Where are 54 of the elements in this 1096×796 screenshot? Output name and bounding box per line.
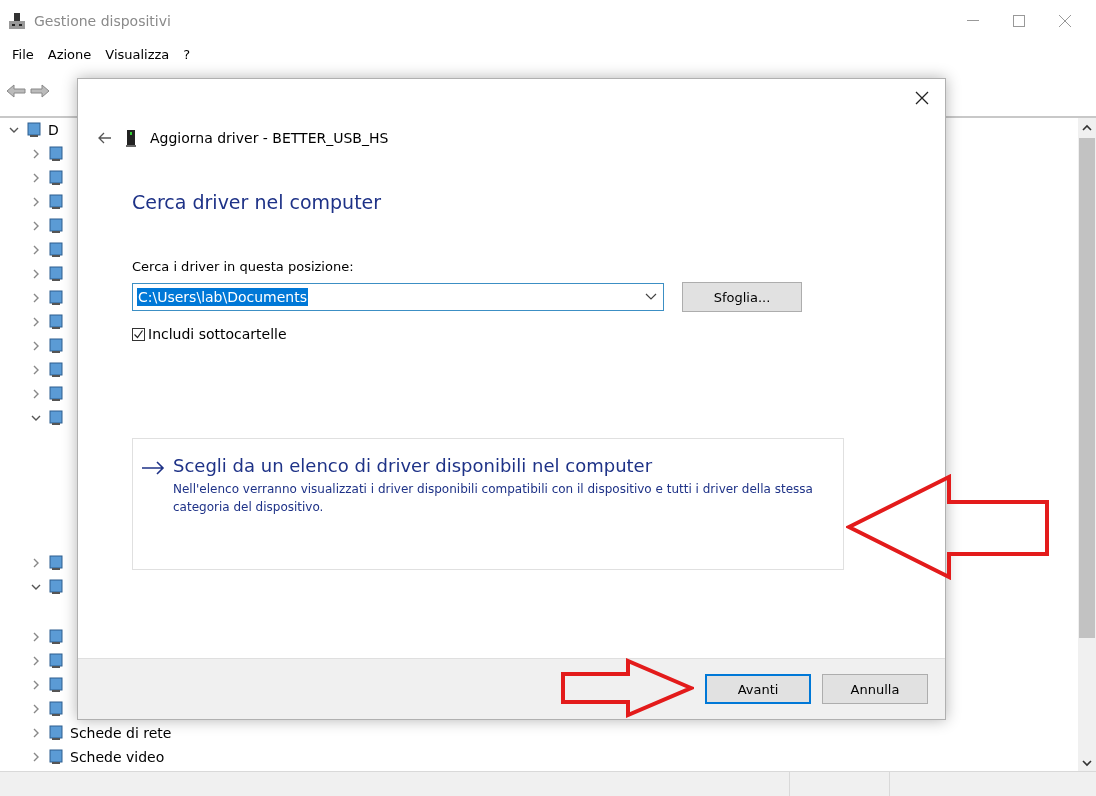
checkbox[interactable] — [132, 327, 145, 341]
device-icon — [48, 725, 64, 741]
device-icon — [48, 146, 64, 162]
caret-icon[interactable] — [645, 293, 657, 301]
dialog-button[interactable]: Avanti — [705, 674, 811, 704]
back-button[interactable] — [6, 84, 26, 98]
device-icon — [48, 194, 64, 210]
device-icon — [48, 749, 64, 765]
device-icon — [48, 579, 64, 595]
tree-item-label[interactable]: D — [48, 122, 59, 138]
device-icon — [48, 290, 64, 306]
menu-item[interactable]: File — [6, 46, 40, 62]
device-icon — [48, 677, 64, 693]
window-title: Gestione dispositivi — [34, 13, 171, 29]
option-description: Nell'elenco verranno visualizzati i driver disponibili compatibili con il dispositivo e tutti i driver della stessa categoria del dispositivo. — [173, 481, 814, 516]
device-icon — [48, 170, 64, 186]
checkbox-label[interactable]: Includi sottocartelle — [148, 326, 287, 342]
path-label: Cerca i driver in questa posizione: — [132, 259, 355, 274]
device-icon — [48, 218, 64, 234]
device-icon — [48, 653, 64, 669]
forward-button[interactable] — [30, 84, 50, 98]
menu-item[interactable]: Azione — [41, 46, 98, 62]
device-icon — [48, 410, 64, 426]
device-icon — [48, 266, 64, 282]
dialog-button[interactable]: Annulla — [822, 674, 928, 704]
minimize-icon — [967, 20, 979, 22]
path-combo-field[interactable]: C:\Users\lab\Documents — [132, 283, 664, 311]
device-icon — [26, 122, 42, 138]
dialog-heading: Cerca driver nel computer — [132, 191, 383, 213]
app-icon — [8, 12, 26, 30]
scrollbar[interactable] — [1078, 118, 1096, 771]
back-arrow-icon[interactable] — [98, 132, 112, 144]
tree-item-label[interactable]: Schede video — [70, 749, 165, 765]
device-icon — [48, 362, 64, 378]
maximize-icon — [1013, 15, 1025, 27]
device-icon — [48, 338, 64, 354]
tree-item-label[interactable]: Schede di rete — [70, 725, 172, 741]
driver-list-option[interactable]: Scegli da un elenco di driver disponibili nel computer Nell'elenco verranno visualizzati i driver disponibili compatibili con il dispositivo e tutti i driver della stessa categoria del dispositivo. — [132, 438, 844, 570]
scroll-down-icon[interactable] — [1082, 759, 1092, 767]
browse-button[interactable]: Sfoglia... — [682, 282, 802, 312]
device-icon — [48, 701, 64, 717]
device-icon — [126, 129, 136, 147]
device-icon — [48, 386, 64, 402]
device-icon — [48, 314, 64, 330]
dialog-title: Aggiorna driver - BETTER_USB_HS — [150, 130, 389, 146]
scroll-up-icon[interactable] — [1082, 124, 1092, 132]
close-icon — [1058, 14, 1072, 28]
arrow-right-icon — [141, 461, 165, 475]
device-icon — [48, 242, 64, 258]
option-title[interactable]: Scegli da un elenco di driver disponibili nel computer — [173, 455, 823, 476]
menu-item[interactable]: ? — [177, 46, 197, 62]
menu-item[interactable]: Visualizza — [99, 46, 176, 62]
device-icon — [48, 555, 64, 571]
device-icon — [48, 629, 64, 645]
